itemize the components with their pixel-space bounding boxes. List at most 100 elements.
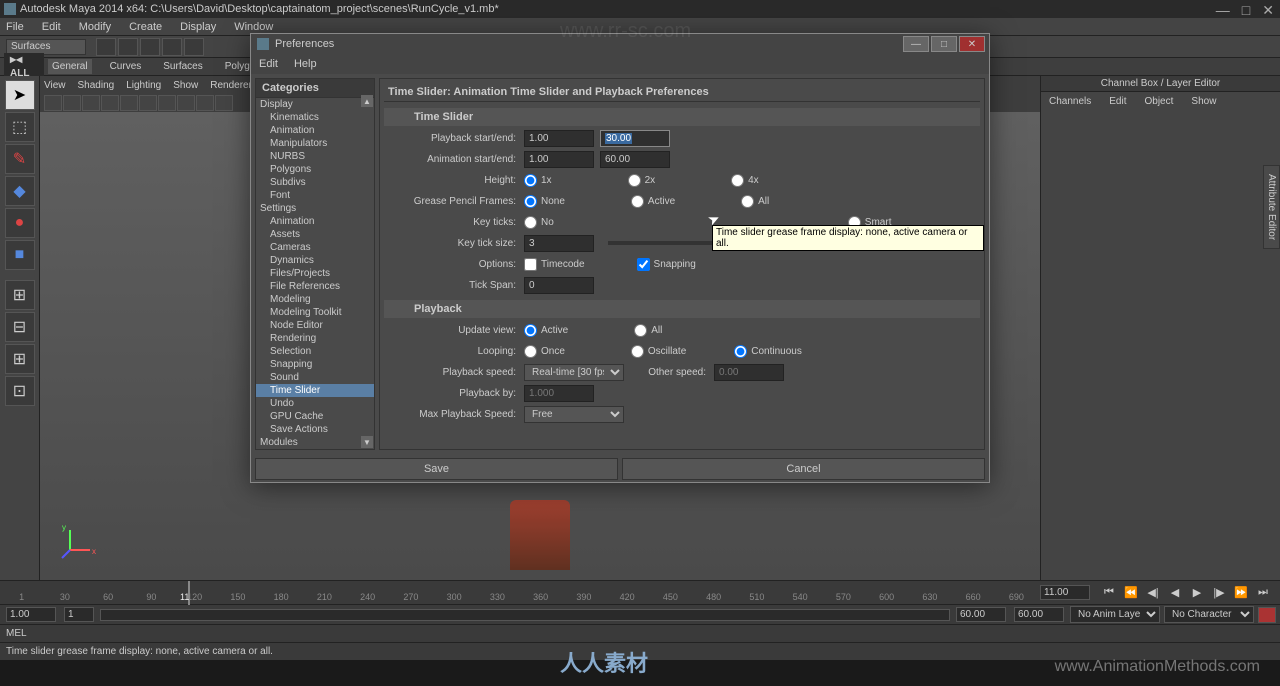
sidebar-item-display[interactable]: Display	[256, 98, 374, 111]
vp-menu-lighting[interactable]: Lighting	[126, 80, 161, 91]
scroll-down-icon[interactable]: ▼	[361, 436, 373, 448]
sidebar-item-snapping[interactable]: Snapping	[256, 358, 374, 371]
menu-display[interactable]: Display	[180, 21, 216, 33]
status-icon[interactable]	[184, 38, 204, 56]
radio-loop-oscillate[interactable]: Oscillate	[631, 345, 686, 358]
vp-menu-renderer[interactable]: Renderer	[210, 80, 252, 91]
check-snapping[interactable]: Snapping	[637, 258, 696, 271]
layout-icon[interactable]: ⊡	[5, 376, 35, 406]
move-tool-icon[interactable]: ◆	[5, 176, 35, 206]
step-back-icon[interactable]: ⏪	[1122, 585, 1140, 601]
check-timecode[interactable]: Timecode	[524, 258, 585, 271]
tickspan-input[interactable]: 0	[524, 277, 594, 294]
dialog-menu-edit[interactable]: Edit	[259, 58, 278, 70]
dialog-maximize-button[interactable]: □	[931, 36, 957, 52]
step-forward-icon[interactable]: ⏩	[1232, 585, 1250, 601]
minimize-button[interactable]: —	[1216, 2, 1230, 19]
vp-tool-icon[interactable]	[82, 95, 100, 111]
radio-height-1x[interactable]: 1x	[524, 174, 552, 187]
sidebar-item-animation[interactable]: Animation	[256, 215, 374, 228]
anim-start-field[interactable]	[6, 607, 56, 622]
autokey-icon[interactable]	[1258, 607, 1276, 623]
status-icon[interactable]	[140, 38, 160, 56]
sidebar-item-nurbs[interactable]: NURBS	[256, 150, 374, 163]
sidebar-item-settings[interactable]: Settings	[256, 202, 374, 215]
sidebar-item-modules[interactable]: Modules	[256, 436, 374, 449]
layout-icon[interactable]: ⊞	[5, 280, 35, 310]
dialog-menu-help[interactable]: Help	[294, 58, 317, 70]
shelf-tab-general[interactable]: General	[48, 59, 92, 74]
maxplayback-dropdown[interactable]: Free	[524, 406, 624, 423]
panel-tab-show[interactable]: Show	[1187, 94, 1220, 109]
menu-create[interactable]: Create	[129, 21, 162, 33]
vp-tool-icon[interactable]	[120, 95, 138, 111]
radio-height-4x[interactable]: 4x	[731, 174, 759, 187]
save-button[interactable]: Save	[255, 458, 618, 480]
radio-grease-none[interactable]: None	[524, 195, 565, 208]
panel-tab-object[interactable]: Object	[1141, 94, 1178, 109]
layout-icon[interactable]: ⊞	[5, 344, 35, 374]
select-tool-icon[interactable]: ➤	[5, 80, 35, 110]
vp-tool-icon[interactable]	[158, 95, 176, 111]
sidebar-item-dynamics[interactable]: Dynamics	[256, 254, 374, 267]
scale-tool-icon[interactable]: ■	[5, 240, 35, 270]
menu-edit[interactable]: Edit	[42, 21, 61, 33]
rotate-tool-icon[interactable]: ●	[5, 208, 35, 238]
sidebar-item-filesprojects[interactable]: Files/Projects	[256, 267, 374, 280]
radio-loop-continuous[interactable]: Continuous	[734, 345, 802, 358]
vp-menu-view[interactable]: View	[44, 80, 66, 91]
sidebar-item-animation[interactable]: Animation	[256, 124, 374, 137]
keyticksize-input[interactable]: 3	[524, 235, 594, 252]
sidebar-item-saveactions[interactable]: Save Actions	[256, 423, 374, 436]
sidebar-item-manipulators[interactable]: Manipulators	[256, 137, 374, 150]
paint-tool-icon[interactable]: ✎	[5, 144, 35, 174]
playback-end-field[interactable]	[956, 607, 1006, 622]
sidebar-item-assets[interactable]: Assets	[256, 228, 374, 241]
sidebar-item-timeslider[interactable]: Time Slider	[256, 384, 374, 397]
play-forward-icon[interactable]: ▶	[1188, 585, 1206, 601]
sidebar-item-gpucache[interactable]: GPU Cache	[256, 410, 374, 423]
sidebar-item-modeling[interactable]: Modeling	[256, 293, 374, 306]
sidebar-item-polygons[interactable]: Polygons	[256, 163, 374, 176]
dialog-close-button[interactable]: ✕	[959, 36, 985, 52]
panel-tab-channels[interactable]: Channels	[1045, 94, 1095, 109]
menu-file[interactable]: File	[6, 21, 24, 33]
vp-tool-icon[interactable]	[63, 95, 81, 111]
sidebar-item-kinematics[interactable]: Kinematics	[256, 111, 374, 124]
panel-tab-edit[interactable]: Edit	[1105, 94, 1130, 109]
radio-height-2x[interactable]: 2x	[628, 174, 656, 187]
radio-update-all[interactable]: All	[634, 324, 662, 337]
radio-loop-once[interactable]: Once	[524, 345, 565, 358]
maximize-button[interactable]: □	[1242, 2, 1250, 19]
sidebar-item-font[interactable]: Font	[256, 189, 374, 202]
sidebar-item-undo[interactable]: Undo	[256, 397, 374, 410]
scroll-up-icon[interactable]: ▲	[361, 95, 373, 107]
time-slider[interactable]: 1306090120150180210240270300330360390420…	[0, 580, 1280, 604]
vp-tool-icon[interactable]	[177, 95, 195, 111]
sidebar-item-nodeeditor[interactable]: Node Editor	[256, 319, 374, 332]
goto-end-icon[interactable]: ⏭	[1254, 585, 1272, 601]
anim-end-input[interactable]: 60.00	[600, 151, 670, 168]
menu-window[interactable]: Window	[234, 21, 273, 33]
vp-tool-icon[interactable]	[139, 95, 157, 111]
close-button[interactable]: ✕	[1262, 2, 1274, 19]
goto-start-icon[interactable]: ⏮	[1100, 585, 1118, 601]
status-icon[interactable]	[162, 38, 182, 56]
sidebar-item-subdivs[interactable]: Subdivs	[256, 176, 374, 189]
charset-dropdown[interactable]: No Character Set	[1164, 606, 1254, 623]
playback-end-input[interactable]: 30.00	[600, 130, 670, 147]
playback-start-field[interactable]	[64, 607, 94, 622]
play-back-icon[interactable]: ◀	[1166, 585, 1184, 601]
vp-tool-icon[interactable]	[196, 95, 214, 111]
anim-start-input[interactable]: 1.00	[524, 151, 594, 168]
sidebar-item-selection[interactable]: Selection	[256, 345, 374, 358]
vp-menu-shading[interactable]: Shading	[78, 80, 115, 91]
status-icon[interactable]	[96, 38, 116, 56]
vp-menu-show[interactable]: Show	[173, 80, 198, 91]
prev-key-icon[interactable]: ◀|	[1144, 585, 1162, 601]
sidebar-item-sound[interactable]: Sound	[256, 371, 374, 384]
sidebar-item-cameras[interactable]: Cameras	[256, 241, 374, 254]
status-icon[interactable]	[118, 38, 138, 56]
vp-tool-icon[interactable]	[215, 95, 233, 111]
next-key-icon[interactable]: |▶	[1210, 585, 1228, 601]
